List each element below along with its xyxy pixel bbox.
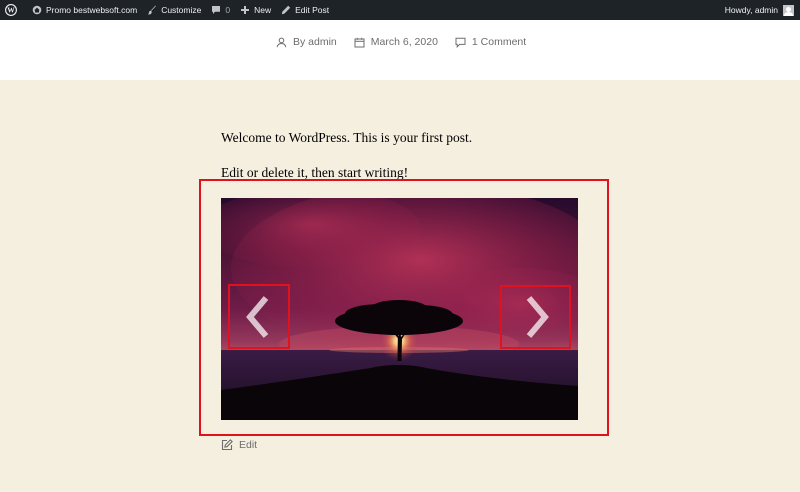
chevron-right-icon <box>526 296 549 338</box>
post-comments[interactable]: 1 Comment <box>455 36 526 48</box>
post-header: By admin March 6, 2020 1 Comment <box>0 20 800 80</box>
howdy-label: Howdy, admin <box>724 5 778 15</box>
slider-next-button[interactable] <box>500 285 571 349</box>
edit-post-link-footer[interactable]: Edit <box>221 439 257 451</box>
post-meta: By admin March 6, 2020 1 Comment <box>276 36 543 48</box>
slider-prev-button[interactable] <box>228 284 290 349</box>
site-name-link[interactable]: Promo bestwebsoft.com <box>27 0 142 20</box>
plus-icon <box>241 6 250 14</box>
new-label: New <box>254 5 272 15</box>
site-name-label: Promo bestwebsoft.com <box>46 5 138 15</box>
new-content-menu[interactable]: New <box>235 0 276 20</box>
home-icon <box>32 5 42 15</box>
pencil-icon <box>281 5 291 15</box>
customize-label: Customize <box>161 5 202 15</box>
svg-text:W: W <box>7 6 15 15</box>
post-author[interactable]: By admin <box>276 36 337 48</box>
wordpress-menu[interactable]: W <box>0 0 27 20</box>
post-date[interactable]: March 6, 2020 <box>354 36 438 48</box>
edit-post-link[interactable]: Edit Post <box>276 0 334 20</box>
comments-count: 0 <box>225 5 231 15</box>
calendar-icon <box>354 37 365 47</box>
comments-label: 1 Comment <box>471 36 527 48</box>
customize-link[interactable]: Customize <box>142 0 206 20</box>
author-label: By admin <box>293 36 337 48</box>
avatar <box>783 4 794 16</box>
chevron-left-icon <box>246 295 269 338</box>
comment-bubble-icon <box>212 6 221 14</box>
post-paragraph: Welcome to WordPress. This is your first… <box>221 130 473 145</box>
image-slider[interactable] <box>221 198 578 420</box>
brush-icon <box>147 5 157 15</box>
wordpress-icon: W <box>5 4 17 16</box>
edit-label: Edit <box>239 439 258 451</box>
date-label: March 6, 2020 <box>370 36 438 48</box>
edit-icon <box>221 439 233 451</box>
my-account-menu[interactable]: Howdy, admin <box>720 0 800 20</box>
admin-bar: W Promo bestwebsoft.com Customize 0 New <box>0 0 800 20</box>
user-icon <box>276 37 287 47</box>
comment-icon <box>455 37 466 48</box>
comments-link[interactable]: 0 <box>206 0 235 20</box>
edit-post-label: Edit Post <box>295 5 330 15</box>
